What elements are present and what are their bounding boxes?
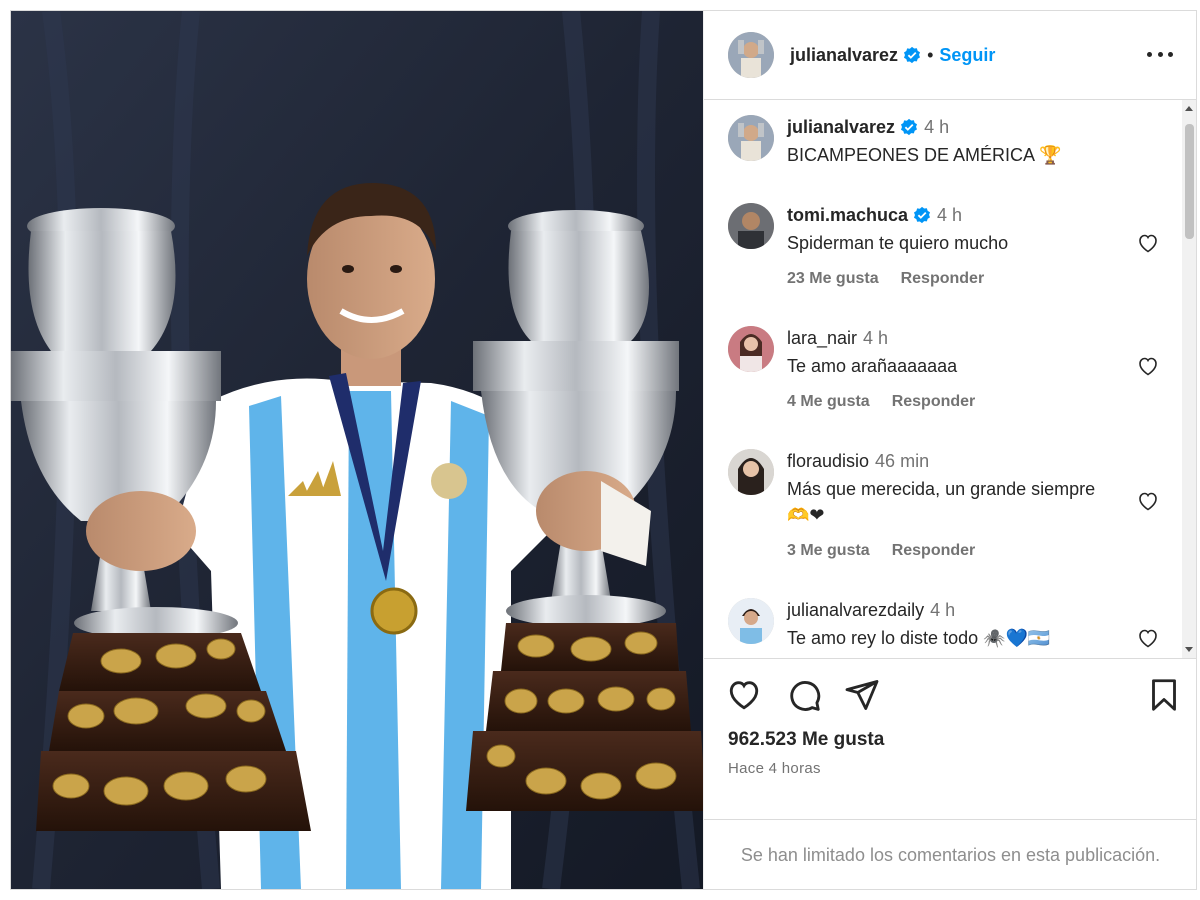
verified-badge-icon [914,206,931,224]
share-icon[interactable] [844,677,880,713]
verified-badge-icon [904,46,921,64]
comment-text: Te amo arañaaaaaaa [787,356,958,376]
scroll-up-icon[interactable] [1185,106,1193,111]
avatar[interactable] [728,326,774,372]
avatar[interactable] [728,598,774,644]
comments-scrollbar[interactable] [1182,100,1196,658]
separator-dot: • [927,44,934,65]
caption-text: BICAMPEONES DE AMÉRICA [787,145,1035,165]
caption-time[interactable]: 4 h [924,117,949,137]
avatar[interactable] [728,115,774,161]
caption: julianalvarez 4 h BICAMPEONES DE AMÉRICA … [728,115,1168,175]
bookmark-icon[interactable] [1146,677,1182,713]
caption-username[interactable]: julianalvarez [787,117,895,137]
verified-badge-icon [901,118,918,136]
comment-item: julianalvarezdaily 4 h Te amo rey lo dist… [728,598,1168,658]
likes-count[interactable]: 962.523 Me gusta [728,729,884,751]
comment-item: lara_nair 4 h Te amo arañaaaaaaa 4 Me gus… [728,326,1168,426]
trophy-icon: 🏆 [1039,145,1062,165]
comment-time[interactable]: 4 h [937,205,962,225]
scroll-thumb[interactable] [1185,124,1194,239]
comment-icon[interactable] [786,677,822,713]
comment-text: Spiderman te quiero mucho [787,233,1009,253]
scroll-down-icon[interactable] [1185,647,1193,652]
comment-text: Más que merecida, un grande siempre 🫶❤ [787,479,1096,525]
heart-icon[interactable] [1136,354,1160,378]
comment-time[interactable]: 4 h [930,600,955,620]
comment-username[interactable]: julianalvarezdaily [787,600,924,620]
comment-likes[interactable]: 4 Me gusta [787,393,870,410]
comment-item: tomi.machuca 4 h Spiderman te quiero much… [728,203,1168,303]
heart-icon[interactable] [1136,626,1160,650]
header-username[interactable]: julianalvarez [790,45,898,66]
follow-button[interactable]: Seguir [939,45,995,66]
post-side-panel: julianalvarez • Seguir julianalvarez 4 h … [703,11,1196,889]
post-dialog: julianalvarez • Seguir julianalvarez 4 h … [10,10,1197,890]
more-options-icon[interactable] [1147,43,1173,65]
avatar[interactable] [728,449,774,495]
comments-limited-notice: Se han limitado los comentarios en esta … [704,819,1196,889]
comment-likes[interactable]: 23 Me gusta [787,270,879,287]
reply-button[interactable]: Responder [892,393,976,410]
reply-button[interactable]: Responder [901,270,985,287]
reply-button[interactable]: Responder [892,542,976,559]
post-actions: 962.523 Me gusta Hace 4 horas [704,658,1196,819]
heart-icon[interactable] [1136,489,1160,513]
comment-text: Te amo rey lo diste todo 🕷️💙🇦🇷 [787,628,1051,648]
avatar[interactable] [728,203,774,249]
heart-icon[interactable] [1136,231,1160,255]
comment-username[interactable]: floraudisio [787,451,869,471]
comment-likes[interactable]: 3 Me gusta [787,542,870,559]
comment-time[interactable]: 46 min [875,451,929,471]
heart-icon[interactable] [726,677,762,713]
comment-username[interactable]: lara_nair [787,328,857,348]
comment-item: floraudisio 46 min Más que merecida, un g… [728,449,1168,579]
comment-time[interactable]: 4 h [863,328,888,348]
post-photo [11,11,703,889]
post-time[interactable]: Hace 4 horas [728,760,821,777]
avatar[interactable] [728,32,774,78]
comment-username[interactable]: tomi.machuca [787,205,908,225]
player-with-trophies-image [11,11,703,889]
post-header: julianalvarez • Seguir [704,11,1196,100]
comments-list[interactable]: julianalvarez 4 h BICAMPEONES DE AMÉRICA … [704,100,1182,658]
